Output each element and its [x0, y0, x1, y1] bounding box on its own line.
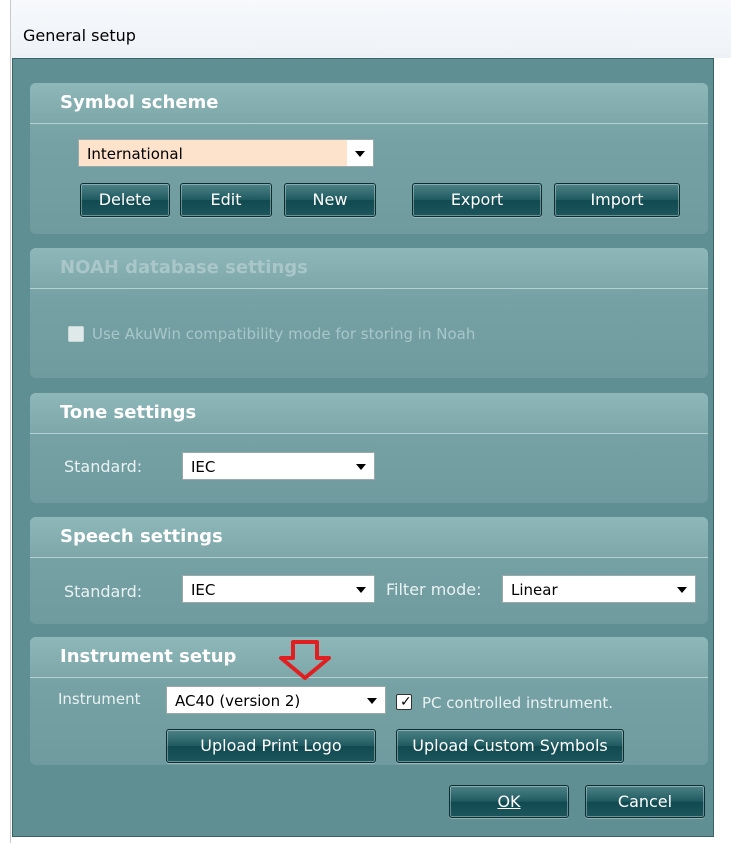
upload-custom-symbols-button[interactable]: Upload Custom Symbols [396, 729, 624, 763]
speech-settings-header: Speech settings [30, 517, 708, 558]
edit-button[interactable]: Edit [180, 183, 272, 217]
import-button[interactable]: Import [554, 183, 680, 217]
instrument-select[interactable]: AC40 (version 2) [166, 686, 386, 714]
symbol-scheme-header: Symbol scheme [30, 83, 708, 124]
tone-settings-header: Tone settings [30, 393, 708, 434]
symbol-scheme-panel: Symbol scheme International Delete Edit … [30, 83, 708, 234]
noah-settings-header: NOAH database settings [30, 248, 708, 289]
title-bar: General setup [11, 0, 731, 58]
window-title: General setup [23, 26, 136, 45]
instrument-setup-header: Instrument setup [30, 637, 708, 678]
cancel-label: Cancel [617, 792, 673, 811]
chevron-down-icon [356, 587, 366, 593]
symbol-scheme-value: International [87, 145, 183, 163]
export-button[interactable]: Export [412, 183, 542, 217]
symbol-scheme-select[interactable]: International [78, 139, 374, 167]
instrument-setup-title: Instrument setup [60, 646, 237, 667]
filter-mode-label: Filter mode: [386, 580, 482, 599]
akuwin-compat-checkbox[interactable] [68, 326, 84, 342]
noah-settings-panel: NOAH database settings Use AkuWin compat… [30, 248, 708, 378]
speech-standard-value: IEC [191, 581, 216, 599]
instrument-setup-panel: Instrument setup Instrument AC40 (versio… [30, 637, 708, 765]
tone-settings-panel: Tone settings Standard: IEC [30, 393, 708, 503]
speech-standard-label: Standard: [64, 582, 143, 601]
speech-settings-title: Speech settings [60, 526, 223, 547]
new-button[interactable]: New [284, 183, 376, 217]
speech-settings-panel: Speech settings Standard: IEC Filter mod… [30, 517, 708, 624]
upload-print-logo-button[interactable]: Upload Print Logo [166, 729, 376, 763]
tone-standard-select[interactable]: IEC [182, 452, 375, 480]
noah-settings-title: NOAH database settings [60, 257, 308, 278]
pc-controlled-checkbox[interactable]: ✓ [396, 694, 412, 710]
tone-standard-value: IEC [191, 458, 216, 476]
instrument-value: AC40 (version 2) [175, 692, 301, 710]
delete-button[interactable]: Delete [80, 183, 170, 217]
filter-mode-select[interactable]: Linear [502, 575, 696, 603]
chevron-down-icon [356, 464, 366, 470]
ok-label: OK [497, 792, 521, 811]
red-down-arrow-icon [279, 640, 331, 680]
cancel-button[interactable]: Cancel [585, 785, 705, 818]
instrument-label: Instrument [58, 690, 141, 708]
filter-mode-value: Linear [511, 581, 558, 599]
ok-button[interactable]: OK [449, 785, 569, 818]
checkmark-icon: ✓ [400, 694, 412, 710]
speech-standard-select[interactable]: IEC [182, 575, 375, 603]
pc-controlled-label: PC controlled instrument. [422, 694, 614, 712]
chevron-down-icon [367, 698, 377, 704]
symbol-scheme-title: Symbol scheme [60, 92, 219, 113]
akuwin-compat-label: Use AkuWin compatibility mode for storin… [92, 325, 476, 343]
chevron-down-icon [677, 587, 687, 593]
tone-standard-label: Standard: [64, 457, 143, 476]
tone-settings-title: Tone settings [60, 402, 197, 423]
chevron-down-icon [355, 151, 365, 157]
